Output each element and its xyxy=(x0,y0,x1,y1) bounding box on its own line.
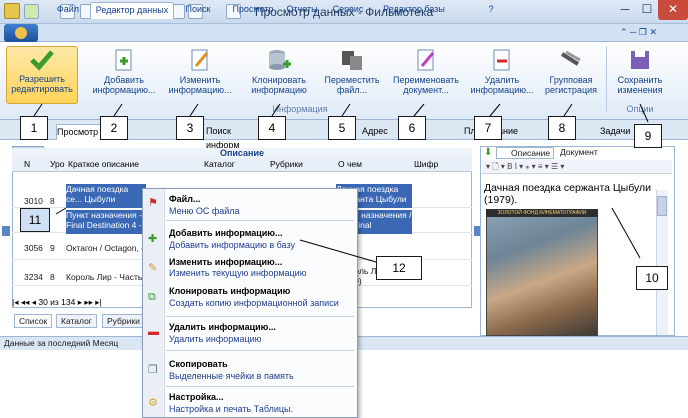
leader-line-5 xyxy=(341,103,351,117)
callout-4: 4 xyxy=(258,116,286,140)
callout-11: 11 xyxy=(20,208,50,232)
callout-5: 5 xyxy=(328,116,356,140)
leader-line-7 xyxy=(489,103,501,117)
callout-7: 7 xyxy=(474,116,502,140)
leader-line-2 xyxy=(113,103,123,117)
leader-line-8 xyxy=(563,103,573,117)
leader-line-6 xyxy=(413,103,425,117)
callout-1: 1 xyxy=(20,116,48,140)
leader-line-3 xyxy=(189,103,199,117)
callout-6: 6 xyxy=(398,116,426,140)
callout-8: 8 xyxy=(548,116,576,140)
leader-line-4 xyxy=(271,103,281,117)
callout-12: 12 xyxy=(376,256,422,280)
leader-line-12 xyxy=(299,239,377,263)
callout-10: 10 xyxy=(636,266,668,290)
leader-line-9 xyxy=(639,103,649,123)
callout-9: 9 xyxy=(634,124,662,148)
leader-line-10 xyxy=(611,207,641,259)
annotation-lines xyxy=(33,103,649,263)
leader-line-1 xyxy=(33,103,43,117)
callout-3: 3 xyxy=(176,116,204,140)
callout-2: 2 xyxy=(100,116,128,140)
leader-line-11 xyxy=(55,207,67,215)
